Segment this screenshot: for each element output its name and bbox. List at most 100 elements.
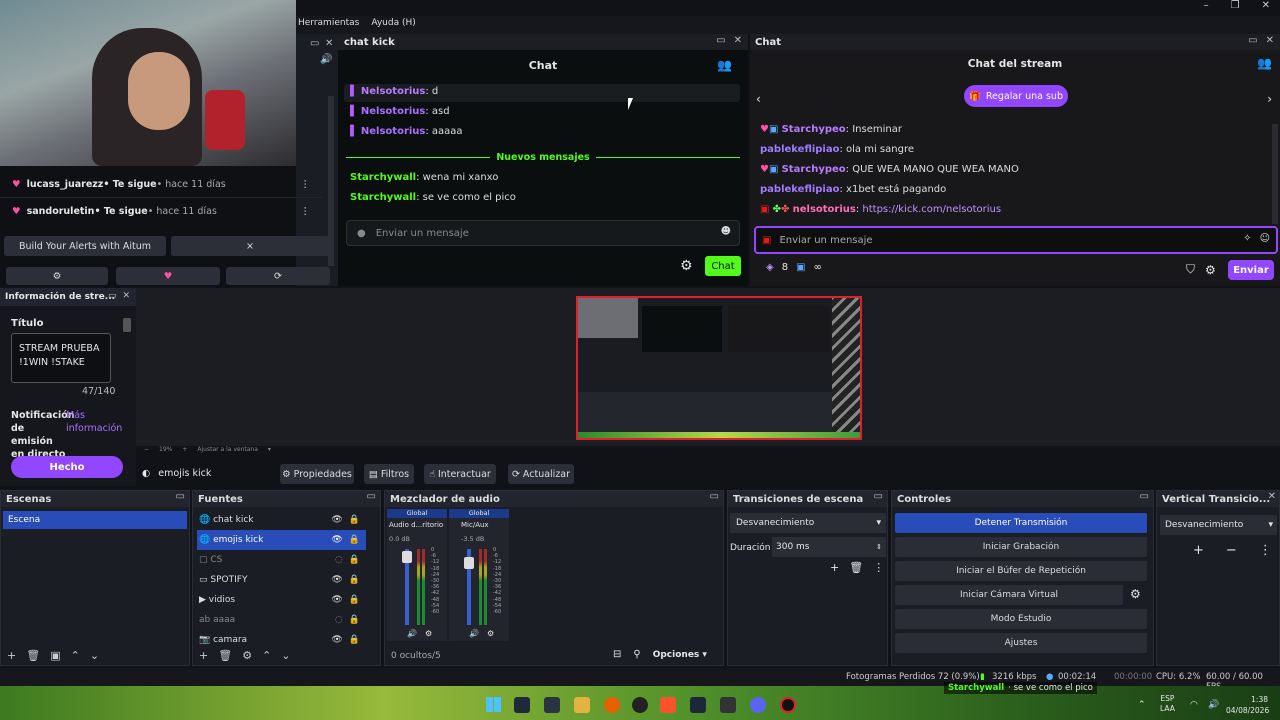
title-textarea[interactable]: STREAM PRUEBA !1WIN !STAKE (11, 333, 111, 383)
chevron-down-icon[interactable]: ⌄ (281, 649, 290, 662)
more-icon[interactable]: ⋮ (301, 206, 311, 217)
steam-icon[interactable] (690, 697, 706, 713)
close-icon[interactable]: ✕ (122, 291, 130, 301)
interact-button[interactable]: ☝ Interactuar (424, 464, 496, 484)
virtual-camera-settings-icon[interactable]: ⚙ (1130, 587, 1141, 601)
emoji-icon[interactable]: ☺ (1260, 233, 1270, 244)
source-item[interactable]: ▢ CS ◌🔒 (197, 550, 366, 570)
source-item[interactable]: 📷 camara 👁🔒 (197, 630, 366, 650)
twitch-chat-input[interactable]: ▣ Enviar un mensaje ✧ ☺ (754, 226, 1278, 254)
more-icon[interactable]: ⋮ (301, 179, 311, 190)
replay-buffer-button[interactable]: Iniciar el Búfer de Repetición (895, 561, 1147, 581)
virtual-camera-button[interactable]: Iniciar Cámara Virtual (895, 585, 1123, 605)
zoom-out-icon[interactable]: − (144, 446, 149, 453)
settings-icon[interactable]: ⚙ (1205, 263, 1216, 277)
eye-icon[interactable]: 👁 (331, 595, 348, 605)
undock-icon[interactable]: ▭ (874, 491, 883, 502)
source-item-selected[interactable]: 🌐 emojis kick 👁🔒 (197, 530, 366, 550)
users-icon[interactable]: 👥 (717, 58, 732, 72)
twitch-send-button[interactable]: Enviar (1228, 260, 1274, 280)
clock[interactable]: 1:38 04/08/2026 (1226, 694, 1269, 716)
discord-icon[interactable] (750, 697, 766, 713)
eye-hidden-icon[interactable]: ◌ (335, 615, 349, 625)
close-icon[interactable]: ✕ (1268, 491, 1276, 502)
stop-stream-button[interactable]: Detener Transmisión (895, 513, 1147, 533)
undock-icon[interactable]: ▭ (108, 291, 117, 301)
undock-icon[interactable]: ▭ (1140, 491, 1149, 502)
refresh-button[interactable]: ⟳ Actualizar (508, 464, 574, 484)
lock-icon[interactable]: 🔒 (349, 535, 366, 545)
obs-icon[interactable] (632, 697, 648, 713)
settings-button[interactable]: ⚙ (6, 267, 108, 285)
gear-icon[interactable]: ⚙ (487, 629, 494, 638)
transition-select[interactable]: Desvanecimiento ▾ (730, 513, 886, 533)
users-icon[interactable]: 👥 (1257, 56, 1272, 70)
preview-area[interactable]: − 19% + Ajustar a la ventana ▾ (136, 288, 1280, 453)
zoom-in-icon[interactable]: + (182, 446, 187, 453)
wifi-icon[interactable]: ◠ (1190, 700, 1198, 710)
eye-icon[interactable]: 👁 (331, 515, 348, 525)
lock-icon[interactable]: 🔒 (349, 515, 366, 525)
explorer-icon[interactable] (574, 697, 590, 713)
brave-icon[interactable] (660, 697, 676, 713)
chevron-up-icon[interactable]: ⌃ (262, 649, 271, 662)
shield-icon[interactable]: ⛉ (1186, 262, 1195, 277)
more-icon[interactable]: ⋮ (873, 561, 884, 574)
gear-icon[interactable]: ⚙ (425, 629, 432, 638)
channel-points-icon[interactable]: ◈ (766, 262, 774, 273)
scene-item[interactable]: Escena (3, 511, 187, 529)
lock-icon[interactable]: 🔒 (349, 575, 366, 585)
add-icon[interactable]: + (7, 649, 16, 662)
eye-hidden-icon[interactable]: ◌ (335, 555, 349, 565)
more-icon[interactable]: ⋮ (1259, 543, 1272, 558)
gear-icon[interactable]: ⚙ (242, 649, 252, 662)
sparkle-icon[interactable]: ✧ (1243, 233, 1251, 244)
close-icon[interactable]: ✕ (1266, 35, 1274, 46)
undock-icon[interactable]: ▭ (310, 38, 319, 49)
remove-icon[interactable]: − (1226, 543, 1237, 558)
vertical-transition-select[interactable]: Desvanecimiento ▾ (1160, 515, 1277, 535)
heart-button[interactable]: ♥ (116, 267, 220, 285)
settings-button[interactable]: Ajustes (895, 633, 1147, 653)
obs-active-icon[interactable] (780, 697, 796, 713)
tray-icons[interactable]: ⌃ (1138, 700, 1146, 710)
language-indicator[interactable]: ESP LAA (1160, 694, 1175, 714)
settings-icon[interactable]: ⚙ (680, 258, 693, 274)
speaker-icon[interactable]: 🔊 (407, 629, 417, 638)
app-icon[interactable] (720, 697, 736, 713)
kick-send-button[interactable]: Chat (705, 256, 741, 276)
undock-icon[interactable]: ▭ (176, 491, 185, 502)
lock-icon[interactable]: 🔒 (349, 595, 366, 605)
chevron-down-icon[interactable]: ⌄ (90, 649, 99, 662)
lock-icon[interactable]: 🔒 (349, 555, 366, 565)
close-icon[interactable]: ✕ (1262, 0, 1270, 11)
start-recording-button[interactable]: Iniciar Grabación (895, 537, 1147, 557)
fit-label[interactable]: Ajustar a la ventana (197, 446, 258, 453)
menu-tools[interactable]: Herramientas (298, 18, 359, 28)
studio-mode-button[interactable]: Modo Estudio (895, 609, 1147, 629)
add-icon[interactable]: + (830, 561, 839, 574)
options-button[interactable]: Opciones ▾ (653, 650, 707, 660)
close-icon[interactable]: ✕ (734, 35, 742, 46)
layout-icon[interactable]: ⊟ (613, 649, 621, 660)
add-icon[interactable]: + (1193, 543, 1204, 558)
undock-icon[interactable]: ▭ (367, 491, 376, 502)
lock-icon[interactable]: 🔒 (349, 615, 366, 625)
speaker-icon[interactable]: 🔊 (469, 629, 479, 638)
volume-icon[interactable]: 🔊 (320, 54, 332, 65)
filter-icon[interactable]: ▣ (50, 649, 60, 662)
trash-icon[interactable]: 🗑 (218, 649, 232, 662)
done-button[interactable]: Hecho (11, 456, 123, 478)
eye-icon[interactable]: 👁 (331, 635, 348, 645)
sync-button[interactable]: ⟳ (226, 267, 330, 285)
more-info-link[interactable]: Más información (66, 409, 124, 435)
chevron-left-icon[interactable]: ‹ (756, 92, 761, 106)
gift-sub-button[interactable]: 🎁 Regalar una sub (964, 85, 1068, 107)
source-item[interactable]: 🌐 chat kick 👁🔒 (197, 510, 366, 530)
eye-icon[interactable]: 👁 (331, 535, 348, 545)
firefox-icon[interactable] (604, 697, 620, 713)
chevron-right-icon[interactable]: › (1267, 92, 1272, 106)
emote-icon[interactable]: ● (357, 228, 366, 239)
emoji-icon[interactable]: ☻ (721, 226, 731, 237)
aitum-alerts-button[interactable]: Build Your Alerts with Aitum (4, 236, 166, 256)
